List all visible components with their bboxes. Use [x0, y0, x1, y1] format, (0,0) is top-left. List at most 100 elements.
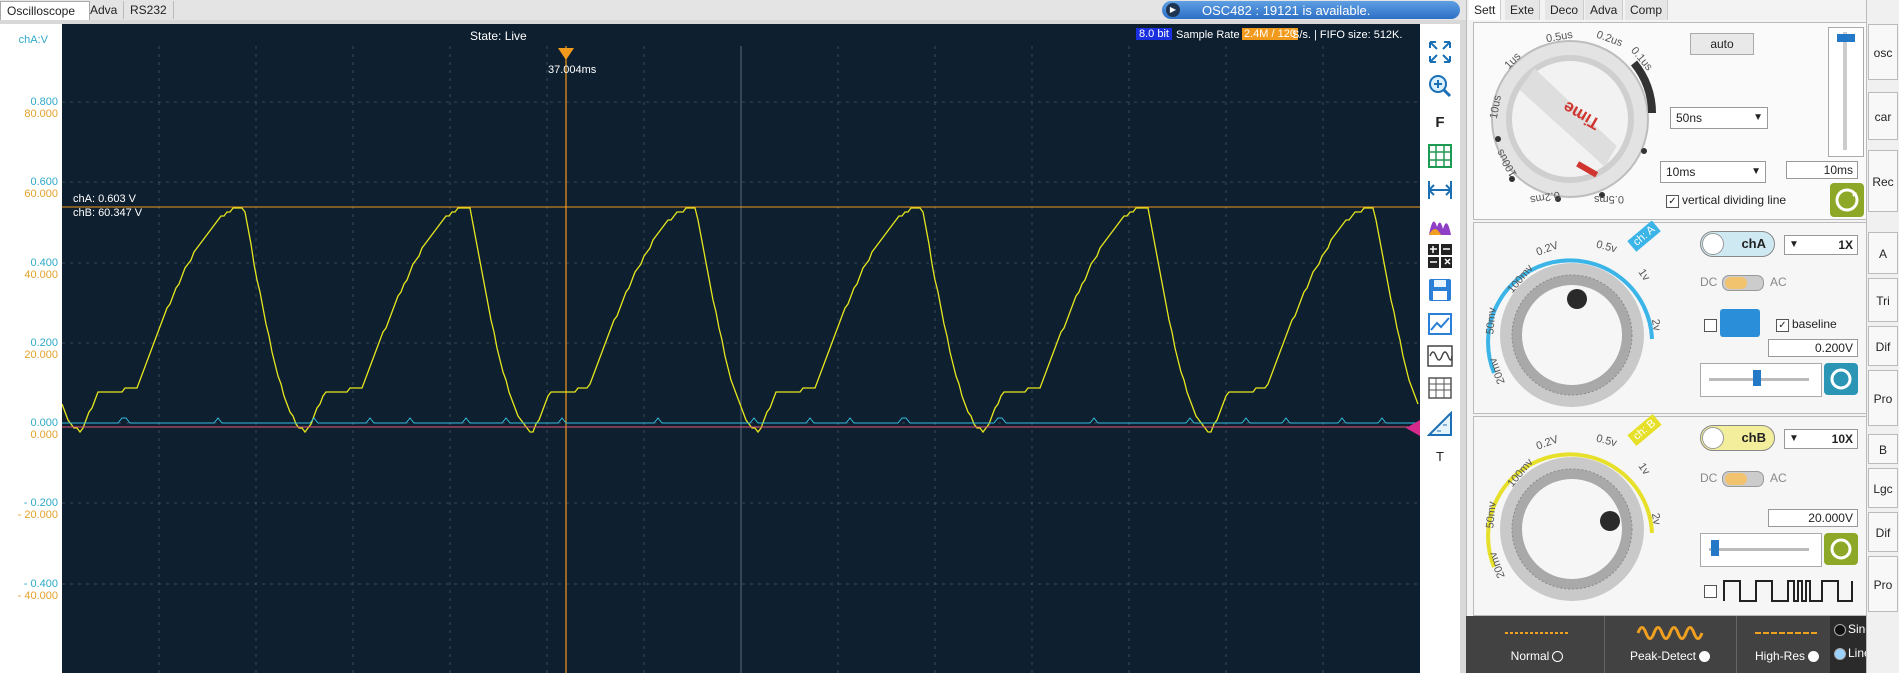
- cha-probe-value: 1X: [1838, 238, 1853, 252]
- axis-label-chb: 40.000: [24, 269, 58, 281]
- settings-panel: Sett Exte Deco Adva Comp 10us 1us 0.5us …: [1466, 0, 1869, 673]
- sine-radio-icon[interactable]: [1834, 624, 1846, 636]
- side-tab-tri-4[interactable]: Tri: [1868, 278, 1898, 322]
- notice-banner[interactable]: ▶ OSC482 : 19121 is available.: [1162, 1, 1460, 19]
- vertical-line-checkbox[interactable]: ✓: [1666, 195, 1679, 208]
- highres-wave-icon: [1755, 632, 1819, 634]
- chb-toggle[interactable]: chB: [1700, 425, 1775, 451]
- slider-handle[interactable]: [1837, 34, 1855, 42]
- radio-icon: [1552, 651, 1564, 663]
- linear-radio-icon[interactable]: [1834, 648, 1846, 660]
- left-axis: chA:V 0.800 80.000 0.600 60.000 0.400 40.000 0…: [0, 24, 62, 673]
- cha-offset-field[interactable]: 0.200V: [1768, 339, 1858, 357]
- scope-screen[interactable]: [62, 24, 1420, 673]
- side-tab-pro-10[interactable]: Pro: [1868, 556, 1898, 612]
- side-tab-dif-9[interactable]: Dif: [1868, 512, 1898, 552]
- grid-icon[interactable]: [1424, 142, 1456, 170]
- fit-icon[interactable]: [1424, 38, 1456, 66]
- time-dial-0.5ms: 0.5ms: [1594, 193, 1624, 205]
- cha-toggle[interactable]: chA: [1700, 231, 1775, 257]
- histogram-icon[interactable]: [1424, 210, 1456, 238]
- mode-normal[interactable]: Normal: [1472, 616, 1602, 673]
- side-tab-b-7[interactable]: B: [1868, 434, 1898, 464]
- radio-icon: [1699, 651, 1711, 663]
- axis-label-chb: 20.000: [24, 349, 58, 361]
- wave-fill-icon: [1720, 309, 1760, 337]
- cha-reset-icon[interactable]: [1824, 363, 1858, 395]
- tab-rs232[interactable]: RS232: [124, 1, 174, 19]
- tab-adva[interactable]: Adva: [84, 1, 125, 19]
- peak-wave-icon: [1636, 626, 1704, 640]
- chevron-down-icon: ▼: [1751, 166, 1761, 177]
- calc-icon[interactable]: [1424, 242, 1456, 270]
- ruler-icon[interactable]: [1424, 410, 1456, 438]
- chb-probe-select[interactable]: ▼ 10X: [1784, 429, 1858, 449]
- axis-label-cha: 0.200: [30, 337, 58, 349]
- side-tab-dif-5[interactable]: Dif: [1868, 326, 1898, 366]
- tab-exte[interactable]: Exte: [1505, 0, 1541, 20]
- axis-unit: chA:V: [18, 34, 48, 46]
- tab-adva[interactable]: Adva: [1585, 0, 1624, 20]
- tab-comp[interactable]: Comp: [1625, 0, 1669, 20]
- time-combo-10ms[interactable]: 10ms ▼: [1660, 161, 1766, 183]
- side-tab-pro-6[interactable]: Pro: [1868, 370, 1898, 426]
- text-icon[interactable]: T: [1424, 442, 1456, 470]
- font-icon[interactable]: F: [1424, 108, 1456, 136]
- chb-dial-2v: 2v: [1648, 512, 1663, 526]
- cursor-readout-b: chB: 60.347 V: [73, 207, 143, 219]
- side-tab-a-3[interactable]: A: [1868, 232, 1898, 274]
- axis-label-cha: 0.800: [30, 96, 58, 108]
- chb-logic-checkbox[interactable]: [1704, 585, 1717, 598]
- slider-handle[interactable]: [1753, 370, 1761, 386]
- zoom-icon[interactable]: [1424, 72, 1456, 100]
- export-icon[interactable]: [1424, 310, 1456, 338]
- cha-probe-select[interactable]: ▼ 1X: [1784, 235, 1858, 255]
- scope-toolbar: F T: [1420, 24, 1460, 673]
- radio-icon: [1808, 651, 1819, 663]
- cha-dial-50mv: 50mv: [1484, 307, 1499, 335]
- chevron-down-icon: ▼: [1789, 433, 1799, 444]
- baseline-checkbox[interactable]: ✓: [1776, 319, 1789, 332]
- chb-offset-slider[interactable]: [1700, 533, 1822, 567]
- chb-knob[interactable]: [1474, 417, 1664, 615]
- vertical-line-label: vertical dividing line: [1682, 193, 1787, 207]
- time-section: 10us 1us 0.5us 0.2us 0.1us 100us 0.2ms 0…: [1473, 22, 1869, 220]
- sample-value: 2.4M / 120: [1242, 28, 1298, 40]
- chb-toggle-label: chB: [1741, 430, 1766, 445]
- wave-icon[interactable]: [1424, 342, 1456, 370]
- side-tab-rec-2[interactable]: Rec: [1868, 150, 1898, 212]
- chb-offset-field[interactable]: 20.000V: [1768, 509, 1858, 527]
- chb-dial-50mv: 50mv: [1484, 501, 1499, 529]
- chb-dc-label: DC: [1700, 471, 1718, 485]
- table-icon[interactable]: [1424, 374, 1456, 402]
- slider-handle[interactable]: [1711, 540, 1719, 556]
- chevron-down-icon: ▼: [1753, 112, 1763, 123]
- time-field[interactable]: 10ms: [1786, 161, 1858, 179]
- side-tab-car-1[interactable]: car: [1868, 92, 1898, 140]
- axis-label-chb: 0.000: [30, 429, 58, 441]
- side-tab-lgc-8[interactable]: Lgc: [1868, 468, 1898, 508]
- save-icon[interactable]: [1424, 276, 1456, 304]
- time-reset-icon[interactable]: [1830, 183, 1864, 217]
- auto-button[interactable]: auto: [1690, 33, 1754, 55]
- pulse-wave-icon: [1723, 580, 1853, 602]
- chb-reset-icon[interactable]: [1824, 533, 1858, 565]
- side-tab-osc-0[interactable]: osc: [1868, 24, 1898, 80]
- axis-label-cha: 0.400: [30, 257, 58, 269]
- chb-section: ch: B 100mv 0.2V 0.5v 1v 2v 50mv 20mv ch…: [1473, 414, 1869, 616]
- cursor-readout-a: chA: 0.603 V: [73, 193, 136, 205]
- cha-coupling-toggle[interactable]: [1722, 275, 1764, 291]
- mode-high-res[interactable]: High-Res: [1736, 616, 1837, 673]
- time-combo-50ns[interactable]: 50ns ▼: [1670, 107, 1768, 129]
- time-slider[interactable]: [1828, 27, 1864, 157]
- tab-oscilloscope[interactable]: Oscilloscope: [0, 1, 90, 20]
- mode-peak-detect[interactable]: Peak-Detect: [1604, 616, 1735, 673]
- chb-coupling-toggle[interactable]: [1722, 471, 1764, 487]
- cha-offset-slider[interactable]: [1700, 363, 1822, 397]
- mode-normal-label: Normal: [1510, 649, 1550, 663]
- tab-sett[interactable]: Sett: [1469, 0, 1502, 20]
- cha-fill-checkbox[interactable]: [1704, 319, 1717, 332]
- measure-icon[interactable]: [1424, 176, 1456, 204]
- waveform-display[interactable]: [62, 24, 1420, 673]
- tab-deco[interactable]: Deco: [1545, 0, 1585, 20]
